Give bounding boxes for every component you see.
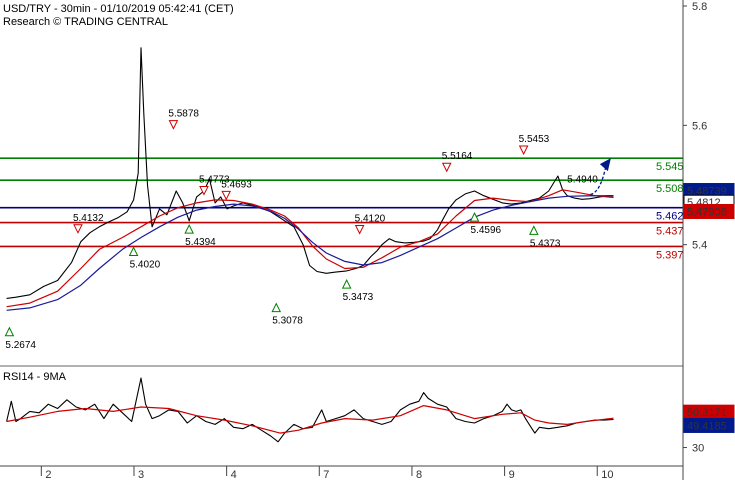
- x-tick-label-4: 8: [416, 469, 422, 480]
- swing-label-8: 5.3473: [343, 292, 374, 303]
- level-label-3: 5.437: [656, 226, 684, 238]
- swing-label-0: 5.2674: [5, 340, 36, 351]
- x-tick-label-3: 7: [323, 469, 329, 480]
- swing-label-9: 5.4120: [355, 214, 386, 225]
- x-tick-label-0: 2: [45, 469, 51, 480]
- rsi-tag-0: 50.3171: [683, 404, 735, 420]
- swing-label-11: 5.4596: [471, 225, 502, 236]
- level-label-0: 5.545: [656, 161, 684, 173]
- x-tick-label-1: 3: [138, 469, 144, 480]
- rsi-y-tick-label-0: 30: [692, 443, 704, 455]
- y-tick-label-2: 5.4: [692, 240, 707, 252]
- swing-label-1: 5.4132: [73, 213, 104, 224]
- rsi-tag-label-1: 49.4185: [687, 420, 727, 432]
- x-tick-label-5: 9: [509, 469, 515, 480]
- swing-label-2: 5.4020: [130, 259, 161, 270]
- swing-label-3: 5.5878: [168, 109, 199, 120]
- main-tag-2: 5.47908: [683, 203, 735, 219]
- swing-label-12: 5.5453: [519, 134, 550, 145]
- level-label-4: 5.397: [656, 249, 684, 261]
- swing-label-4: 5.4394: [185, 237, 216, 248]
- price-chart-svg: 5.5455.5085.4625.4375.397 5.26745.41325.…: [0, 0, 735, 481]
- level-label-1: 5.508: [656, 183, 684, 195]
- chart-title: USD/TRY - 30min - 01/10/2019 05:42:41 (C…: [3, 3, 234, 15]
- rsi-title: RSI14 - 9MA: [3, 371, 67, 383]
- y-tick-label-0: 5.8: [692, 1, 707, 13]
- y-tick-label-1: 5.6: [692, 120, 707, 132]
- level-label-2: 5.462: [656, 211, 684, 223]
- swing-label-13: 5.4373: [530, 238, 561, 249]
- x-tick-label-2: 4: [231, 469, 237, 480]
- x-tick-label-6: 10: [601, 469, 613, 480]
- chart-subtitle: Research © TRADING CENTRAL: [3, 16, 168, 28]
- swing-label-7: 5.3078: [272, 316, 303, 327]
- chart-root: 5.545 5.508 5.462 5.437 5.397 5.2674 5.4132 5.…: [0, 0, 735, 481]
- annotation-0: 5.4940: [567, 175, 598, 186]
- swing-label-6: 5.4693: [221, 179, 252, 190]
- rsi-tag-1: 49.4185: [683, 417, 735, 433]
- swing-label-10: 5.5164: [442, 151, 473, 162]
- main-tag-label-2: 5.47908: [687, 206, 727, 218]
- rsi-tag-label-0: 50.3171: [687, 407, 727, 419]
